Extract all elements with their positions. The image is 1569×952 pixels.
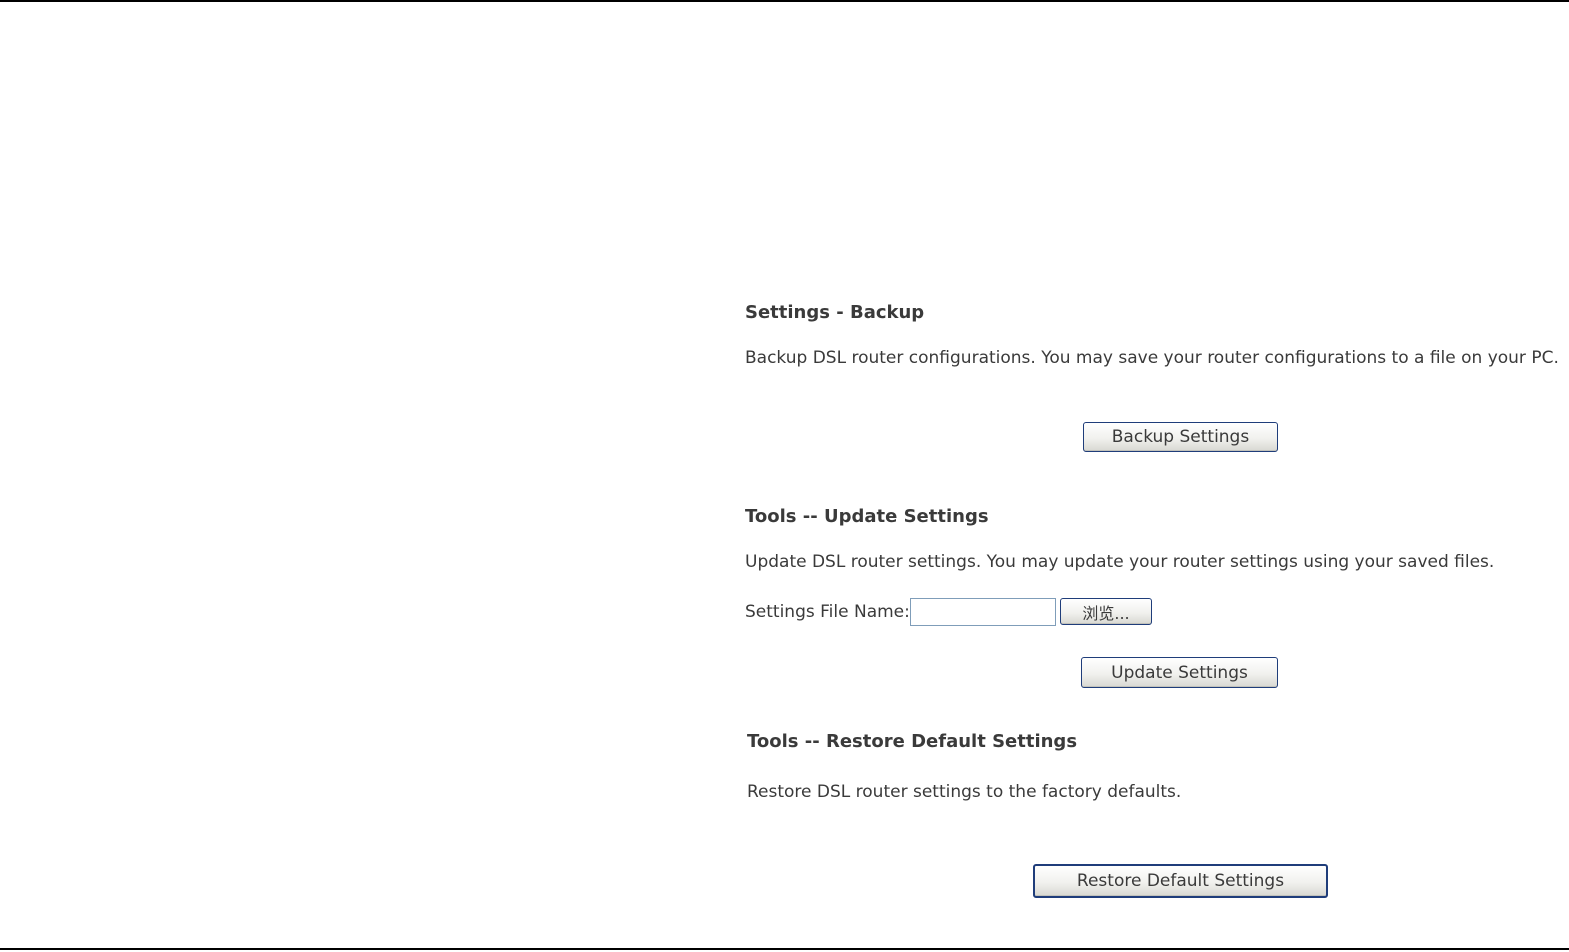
backup-settings-button[interactable]: Backup Settings — [1083, 422, 1278, 452]
bottom-divider — [0, 948, 1569, 950]
update-description: Update DSL router settings. You may upda… — [745, 552, 1495, 572]
restore-default-settings-button[interactable]: Restore Default Settings — [1033, 864, 1328, 898]
restore-title: Tools -- Restore Default Settings — [747, 731, 1078, 752]
browse-button[interactable]: 浏览... — [1060, 598, 1152, 625]
update-title: Tools -- Update Settings — [745, 506, 989, 527]
top-divider — [0, 0, 1569, 2]
backup-title: Settings - Backup — [745, 302, 925, 323]
restore-description: Restore DSL router settings to the facto… — [747, 782, 1182, 802]
backup-description: Backup DSL router configurations. You ma… — [745, 348, 1559, 368]
update-settings-button[interactable]: Update Settings — [1081, 657, 1278, 688]
settings-file-label: Settings File Name: — [745, 602, 910, 622]
settings-file-input[interactable] — [910, 598, 1056, 626]
